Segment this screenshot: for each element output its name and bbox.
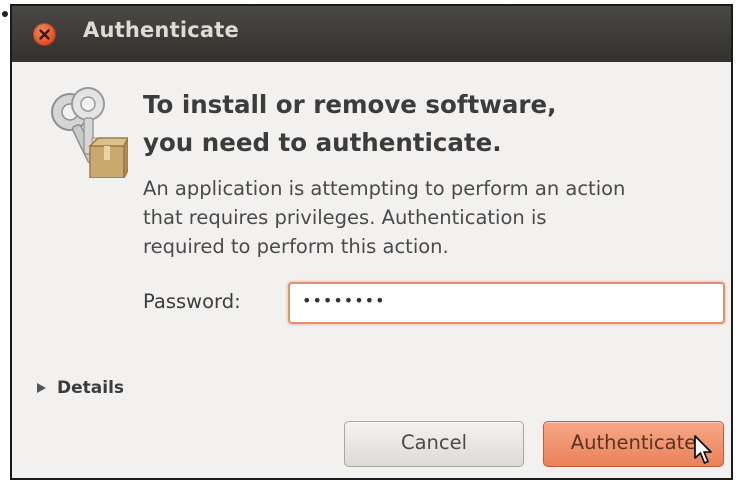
cancel-button[interactable]: Cancel <box>344 421 524 467</box>
page-bullet <box>2 11 8 17</box>
keys-icon <box>51 87 128 178</box>
details-label: Details <box>57 378 125 398</box>
dialog-heading: To install or remove software, you need … <box>143 86 713 162</box>
close-button[interactable] <box>33 23 56 46</box>
heading-line: you need to authenticate. <box>143 128 502 157</box>
password-value: •••••••• <box>302 291 386 310</box>
dialog-description: An application is attempting to perform … <box>143 174 731 261</box>
mouse-pointer-icon <box>694 435 712 464</box>
description-line: required to perform this action. <box>143 235 449 258</box>
triangle-right-icon <box>37 383 46 393</box>
heading-line: To install or remove software, <box>143 90 557 119</box>
dialog-content: To install or remove software, you need … <box>12 62 731 478</box>
window-title: Authenticate <box>83 18 239 42</box>
details-expander[interactable]: Details <box>36 378 124 398</box>
password-input[interactable]: •••••••• <box>288 282 725 324</box>
authenticate-dialog: Authenticate To install or remove softwa… <box>10 4 733 480</box>
title-bar[interactable]: Authenticate <box>12 6 731 62</box>
password-label: Password: <box>143 290 241 313</box>
description-line: An application is attempting to perform … <box>143 177 626 200</box>
description-line: that requires privileges. Authentication… <box>143 206 547 229</box>
close-icon <box>39 29 50 40</box>
